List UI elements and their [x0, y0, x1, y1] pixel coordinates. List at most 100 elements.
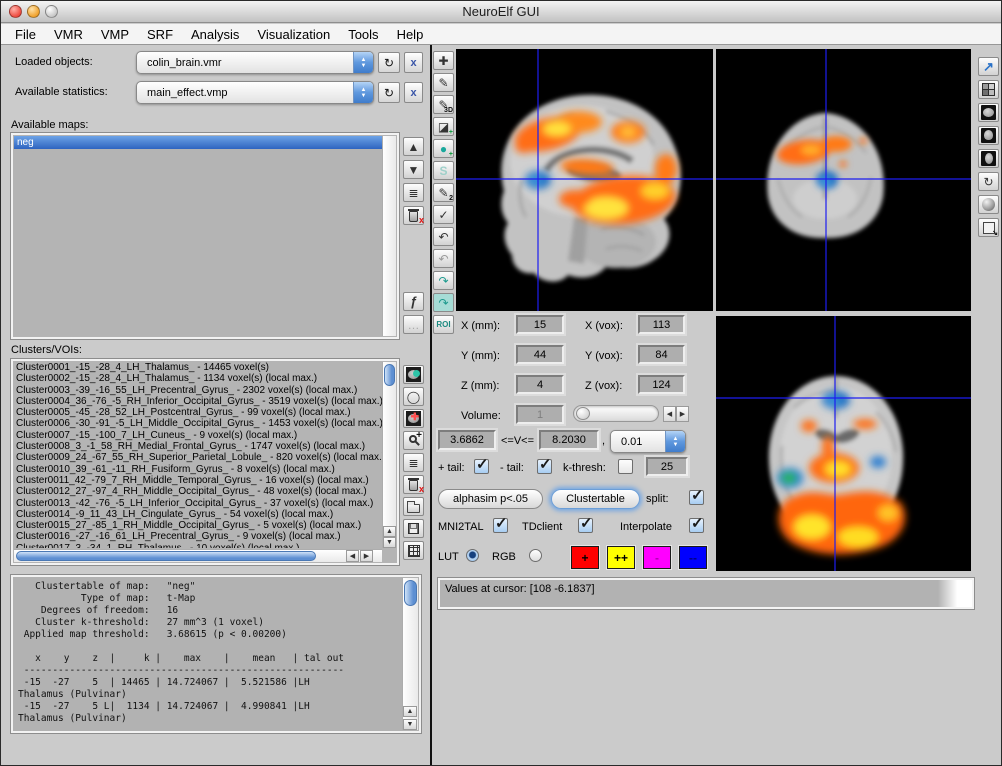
lut-positive-button[interactable]: + [571, 546, 599, 569]
alphasim-button[interactable]: alphasim p<.05 [438, 489, 543, 509]
z-mm-field[interactable]: 4 [516, 375, 564, 394]
axial-view-button[interactable] [978, 149, 999, 168]
map-delete-button[interactable]: x [403, 206, 424, 225]
map-down-button[interactable]: ▼ [403, 160, 424, 179]
scroll-up-icon[interactable]: ▲ [403, 706, 417, 717]
roi-tool[interactable]: ROI [433, 315, 454, 334]
values-at-cursor-box[interactable]: Values at cursor: [108 -6.1837] [438, 578, 974, 609]
cluster-delete-button[interactable]: x [403, 475, 424, 494]
cluster-item[interactable]: Cluster0017_3_-34_1_RH_Thalamus_ - 10 vo… [14, 543, 382, 548]
console-scrollbar[interactable]: ▲ ▼ [402, 578, 418, 730]
cluster-item[interactable]: Cluster0003_-39_-16_55_LH_Precentral_Gyr… [14, 385, 382, 396]
sagittal-view-button[interactable] [978, 103, 999, 122]
dropdown-stepper-icon[interactable]: ▲▼ [353, 82, 373, 103]
cluster-table-button[interactable] [403, 541, 424, 560]
clusters-listbox[interactable]: Cluster0001_-15_-28_4_LH_Thalamus_ - 144… [11, 359, 399, 565]
available-maps-listbox[interactable]: neg [11, 133, 399, 339]
k-thresh-checkbox[interactable] [618, 459, 633, 474]
refresh-view-button[interactable]: ↻ [978, 172, 999, 191]
close-vmp-button[interactable]: x [404, 82, 423, 103]
cluster-properties-button[interactable]: ≣ [403, 453, 424, 472]
volume-slider-thumb[interactable] [576, 407, 590, 420]
y-mm-field[interactable]: 44 [516, 345, 564, 364]
threshold-lower-field[interactable]: 3.6862 [438, 430, 496, 450]
lut-radio[interactable] [466, 549, 479, 562]
dropdown-stepper-icon[interactable]: ▲▼ [665, 431, 685, 452]
draw-tool[interactable]: ✎ [433, 73, 454, 92]
cluster-item[interactable]: Cluster0011_42_-79_7_RH_Middle_Temporal_… [14, 475, 382, 486]
cluster-item[interactable]: Cluster0009_24_-67_55_RH_Superior_Pariet… [14, 452, 382, 463]
map-item[interactable]: neg [14, 136, 382, 149]
split-checkbox[interactable]: ✓ [689, 490, 704, 505]
x-vox-field[interactable]: 113 [638, 315, 685, 334]
cluster-item[interactable]: Cluster0001_-15_-28_4_LH_Thalamus_ - 144… [14, 362, 382, 373]
map-up-button[interactable]: ▲ [403, 137, 424, 156]
available-statistics-dropdown[interactable]: main_effect.vmp ▲▼ [136, 81, 374, 104]
marker-tool[interactable]: ●+ [433, 139, 454, 158]
clustertable-button[interactable]: Clustertable [551, 489, 640, 509]
scroll-left-icon[interactable]: ◀ [346, 550, 359, 562]
coronal-view-button[interactable] [978, 126, 999, 145]
cluster-item[interactable]: Cluster0005_-45_-28_52_LH_Postcentral_Gy… [14, 407, 382, 418]
cluster-item[interactable]: Cluster0010_39_-61_-11_RH_Fusiform_Gyrus… [14, 464, 382, 475]
console-scroll-thumb[interactable] [404, 580, 417, 606]
k-thresh-field[interactable]: 25 [646, 457, 688, 476]
menu-visualization[interactable]: Visualization [257, 27, 330, 42]
cluster-item[interactable]: Cluster0006_-30_-91_-5_LH_Middle_Occipit… [14, 418, 382, 429]
dropdown-stepper-icon[interactable]: ▲▼ [353, 52, 373, 73]
cluster-item[interactable]: Cluster0014_-9_11_43_LH_Cingulate_Gyrus_… [14, 509, 382, 520]
smooth-tool[interactable]: S [433, 161, 454, 180]
draw-undo-tool[interactable]: ✎2 [433, 183, 454, 202]
z-vox-field[interactable]: 124 [638, 375, 685, 394]
x-mm-field[interactable]: 15 [516, 315, 564, 334]
cluster-item[interactable]: Cluster0015_27_-85_1_RH_Middle_Occipital… [14, 520, 382, 531]
undock-view-button[interactable]: ↘ [978, 218, 999, 237]
y-vox-field[interactable]: 84 [638, 345, 685, 364]
clusters-vscroll-thumb[interactable] [384, 364, 395, 386]
cluster-item[interactable]: Cluster0002_-15_-28_4_LH_Thalamus_ - 113… [14, 373, 382, 384]
scroll-down-icon[interactable]: ▼ [403, 719, 417, 730]
lut-negative-button[interactable]: - [643, 546, 671, 569]
lut-negative-strong-button[interactable]: -- [679, 546, 707, 569]
scroll-right-icon[interactable]: ▶ [360, 550, 373, 562]
cluster-show-button[interactable] [403, 365, 424, 384]
cluster-ellipse-button[interactable]: ◯ [403, 387, 424, 406]
cluster-goto-button[interactable]: ✚ [403, 409, 424, 428]
close-vmr-button[interactable]: x [404, 52, 423, 73]
axial-view[interactable] [716, 316, 971, 571]
cluster-item[interactable]: Cluster0008_3_-1_58_RH_Medial_Frontal_Gy… [14, 441, 382, 452]
draw-3d-tool[interactable]: ✎3D [433, 95, 454, 114]
cluster-item[interactable]: Cluster0004_36_-76_-5_RH_Inferior_Occipi… [14, 396, 382, 407]
sagittal-view[interactable] [456, 49, 713, 311]
threshold-upper-field[interactable]: 8.2030 [539, 430, 599, 450]
volume-right-icon[interactable]: ▶ [676, 406, 689, 422]
maps-scrollbar-track[interactable] [382, 136, 396, 336]
accept-changes-tool[interactable]: ✓ [433, 205, 454, 224]
clusters-hscrollbar[interactable]: ◀ ▶ [14, 549, 382, 562]
map-properties-button[interactable]: ≣ [403, 183, 424, 202]
tdclient-checkbox[interactable]: ✓ [578, 518, 593, 533]
render-view-button[interactable] [978, 195, 999, 214]
menu-tools[interactable]: Tools [348, 27, 378, 42]
rgb-radio[interactable] [529, 549, 542, 562]
crosshair-tool[interactable]: ✚ [433, 51, 454, 70]
cluster-item[interactable]: Cluster0016_-27_-16_61_LH_Precentral_Gyr… [14, 531, 382, 542]
browse-vmp-button[interactable]: ↻ [378, 82, 400, 103]
flood-fill-tool[interactable]: ◪+ [433, 117, 454, 136]
menu-analysis[interactable]: Analysis [191, 27, 239, 42]
redo-all-tool[interactable]: ↷ [433, 293, 454, 312]
lut-positive-strong-button[interactable]: ++ [607, 546, 635, 569]
volume-left-icon[interactable]: ◀ [663, 406, 676, 422]
undo-all-tool[interactable]: ↶ [433, 249, 454, 268]
browse-vmr-button[interactable]: ↻ [378, 52, 400, 73]
menu-vmp[interactable]: VMP [101, 27, 129, 42]
loaded-objects-dropdown[interactable]: colin_brain.vmr ▲▼ [136, 51, 374, 74]
mni2tal-checkbox[interactable]: ✓ [493, 518, 508, 533]
cluster-item[interactable]: Cluster0012_27_-97_4_RH_Middle_Occipital… [14, 486, 382, 497]
menu-file[interactable]: File [15, 27, 36, 42]
menu-help[interactable]: Help [397, 27, 424, 42]
scroll-down-icon[interactable]: ▼ [383, 537, 396, 548]
cluster-open-button[interactable] [403, 497, 424, 516]
redo-tool[interactable]: ↷ [433, 271, 454, 290]
clusters-vscrollbar[interactable]: ▲ ▼ [382, 362, 396, 548]
